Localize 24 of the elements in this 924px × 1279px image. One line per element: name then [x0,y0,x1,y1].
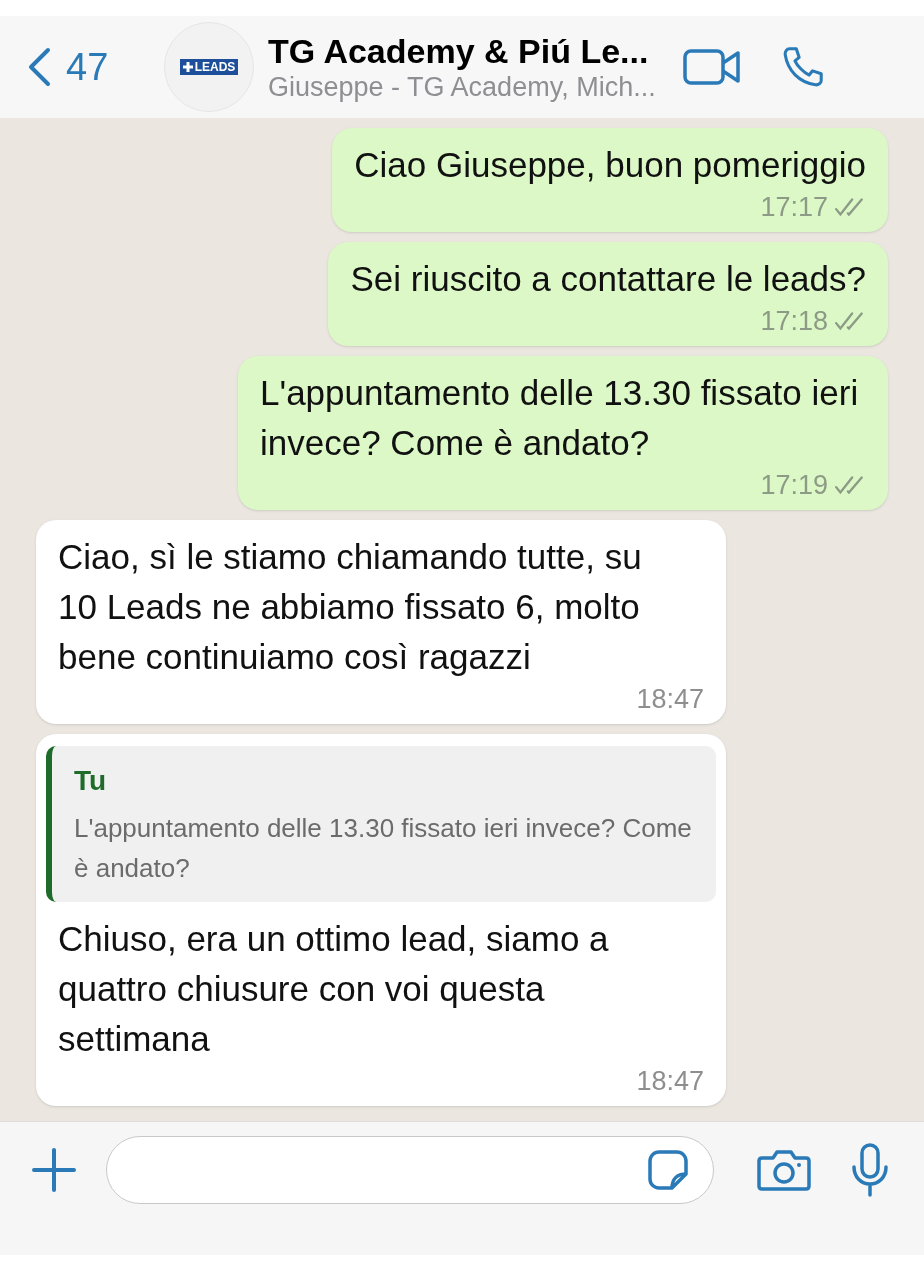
quoted-message[interactable]: Tu L'appuntamento delle 13.30 fissato ieri invece? Come è andato? [46,746,716,902]
message-text: Sei riuscito a contattare le leads? [350,258,866,300]
message-time: 18:47 [636,1064,704,1098]
message-time: 17:17 [760,190,828,224]
message-text: Chiuso, era un ottimo lead, siamo a quattro chiusure con voi questa settimana [58,918,610,1060]
microphone-icon [851,1143,889,1197]
plus-icon [31,1147,77,1193]
message-time: 18:47 [636,682,704,716]
camera-icon [757,1149,811,1191]
video-camera-icon [683,48,741,86]
chat-title[interactable]: TG Academy & Piú Le... [268,31,678,71]
leads-logo: LEADS [179,59,239,75]
quote-author: Tu [74,764,108,798]
message-text: Ciao, sì le stiamo chiamando tutte, su 10 Leads ne abbiamo fissato 6, molto bene continuiamo così ragazzi [58,536,643,678]
sticker-icon [647,1149,689,1191]
quote-text: L'appuntamento delle 13.30 fissato ieri invece? Come è andato? [74,812,693,885]
message-time: 17:19 [760,468,828,502]
chat-subtitle: Giuseppe - TG Academy, Mich... [268,71,657,103]
message-text: Ciao Giuseppe, buon pomeriggio [354,144,866,186]
group-avatar[interactable]: LEADS [164,22,254,112]
chevron-left-icon [26,47,52,87]
back-button[interactable]: 47 [26,38,146,96]
message-time: 17:18 [760,304,828,338]
message-text: L'appuntamento delle 13.30 fissato ieri invece? Come è andato? [260,372,860,464]
